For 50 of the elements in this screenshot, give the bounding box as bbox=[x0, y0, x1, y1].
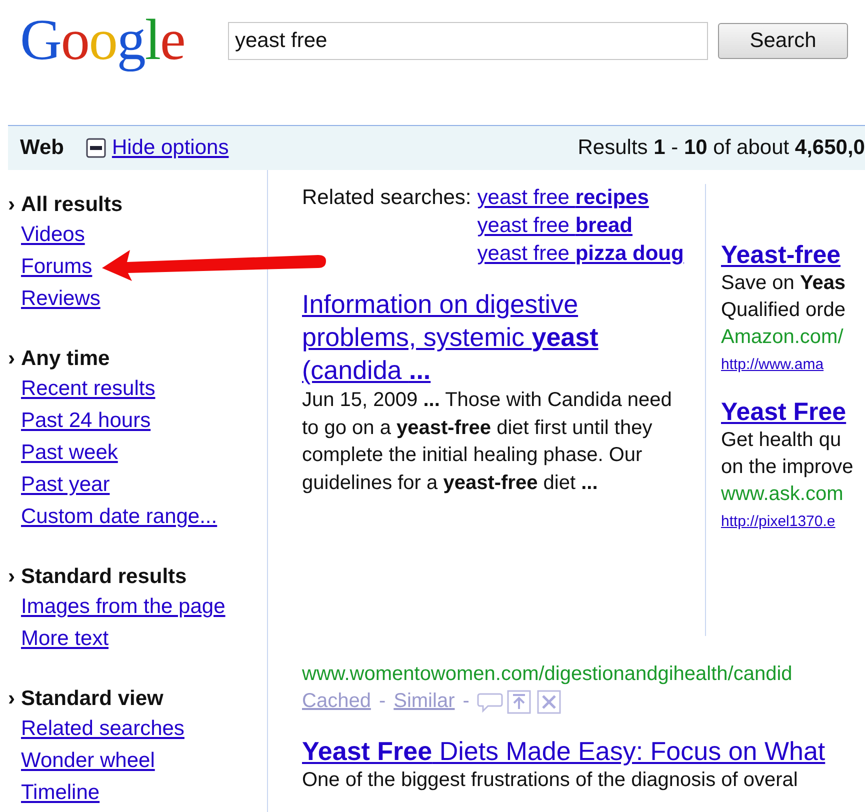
results-count: Results 1 - 10 of about 4,650,0 bbox=[578, 135, 865, 162]
sidebar-link[interactable]: Past week bbox=[21, 441, 118, 464]
search-button[interactable]: Search bbox=[718, 23, 848, 59]
sidebar-link[interactable]: Timeline bbox=[21, 781, 100, 804]
ad-text: on the improve bbox=[721, 455, 854, 480]
section-marker: › bbox=[8, 686, 16, 712]
ad-text: Qualified orde bbox=[721, 298, 847, 323]
related-link[interactable]: yeast free recipes bbox=[477, 184, 684, 212]
section-marker: › bbox=[8, 346, 16, 372]
section-heading: All results bbox=[21, 192, 123, 218]
sidebar-link[interactable]: Forums bbox=[21, 255, 92, 278]
ad-link[interactable]: http://pixel1370.e bbox=[721, 512, 854, 532]
comment-icon bbox=[477, 690, 504, 712]
result-url: www.womentowomen.com/digestionandgihealth/candid bbox=[302, 662, 794, 687]
minus-icon bbox=[86, 138, 106, 158]
related-link[interactable]: yeast free pizza doug bbox=[477, 240, 684, 268]
related-label: Related searches: bbox=[302, 185, 472, 211]
hide-options-link[interactable]: Hide options bbox=[112, 132, 229, 164]
section-heading: Standard view bbox=[21, 686, 164, 712]
result-title[interactable]: Yeast Free Diets Made Easy: Focus on What bbox=[302, 735, 865, 767]
section-marker: › bbox=[8, 192, 16, 218]
section-heading: Any time bbox=[21, 346, 110, 372]
sidebar-link[interactable]: More text bbox=[21, 627, 109, 650]
sidebar-link[interactable]: Images from the page bbox=[21, 595, 226, 618]
related-link[interactable]: yeast free bread bbox=[477, 212, 684, 240]
logo: Google bbox=[20, 10, 186, 70]
search-field[interactable]: yeast free bbox=[228, 22, 708, 60]
separator: - bbox=[462, 689, 470, 714]
sidebar-link[interactable]: Past year bbox=[21, 473, 110, 496]
ad-display-url: Amazon.com/ bbox=[721, 325, 844, 350]
ad-link[interactable]: http://www.ama bbox=[721, 355, 854, 375]
remove-icon bbox=[537, 690, 562, 714]
section-label: Web bbox=[20, 135, 64, 162]
sidebar-link[interactable]: Recent results bbox=[21, 377, 156, 400]
result-title[interactable]: Information on digestive problems, systemic yeast (candida ... bbox=[302, 288, 632, 387]
sidebar-link[interactable]: Videos bbox=[21, 223, 85, 246]
sidebar-link[interactable]: Related searches bbox=[21, 717, 184, 740]
section-marker: › bbox=[8, 564, 16, 590]
ad-text: Get health qu bbox=[721, 428, 842, 453]
separator: - bbox=[378, 689, 386, 714]
sidebar-link[interactable]: Custom date range... bbox=[21, 505, 218, 528]
ad-display-url: www.ask.com bbox=[721, 482, 844, 507]
promote-icon bbox=[507, 690, 532, 714]
sidebar-link[interactable]: Wonder wheel bbox=[21, 749, 155, 772]
result-snippet: One of the biggest frustrations of the diagnosis of overal bbox=[302, 768, 799, 793]
sidebar-link[interactable]: Reviews bbox=[21, 287, 100, 310]
ad-text: Save on Yeas bbox=[721, 271, 847, 296]
result-snippet: Jun 15, 2009 ... Those with Candida need to go on a yeast-free diet first until they complete the initial healing phase. Our guidelines for a yeast-free diet ... bbox=[302, 388, 673, 496]
sidebar-link[interactable]: Past 24 hours bbox=[21, 409, 151, 432]
section-heading: Standard results bbox=[21, 564, 187, 590]
